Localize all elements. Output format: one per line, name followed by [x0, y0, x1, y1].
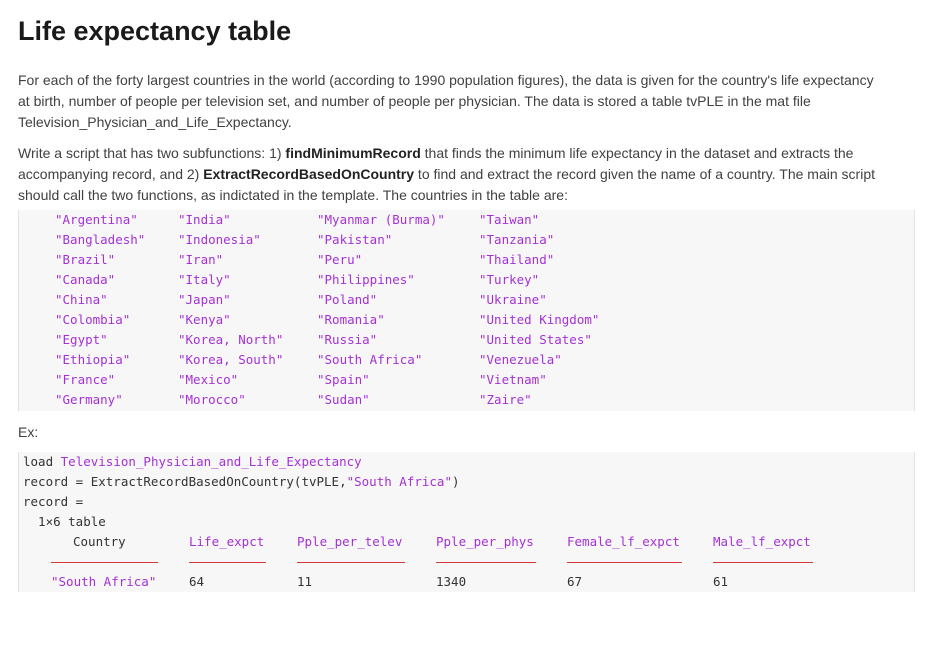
example-label: Ex:	[18, 424, 39, 440]
table-size-line: 1×6 table	[23, 514, 106, 529]
country-item: "Peru"	[317, 252, 363, 267]
header-male-lf-expct: Male_lf_expct	[713, 534, 811, 549]
country-item: "South Africa"	[317, 352, 423, 367]
header-pple-per-phys: Pple_per_phys	[436, 534, 534, 549]
example-code-block: load Television_Physician_and_Life_Expec…	[18, 452, 915, 592]
task-paragraph: Write a script that has two subfunctions…	[18, 143, 888, 206]
country-item: "Egypt"	[55, 332, 108, 347]
header-female-lf-expct: Female_lf_expct	[567, 534, 680, 549]
country-item: "France"	[55, 372, 116, 387]
country-item: "Turkey"	[479, 272, 540, 287]
country-item: "United Kingdom"	[479, 312, 600, 327]
fn-extract-record: ExtractRecordBasedOnCountry	[203, 166, 415, 182]
country-item: "Russia"	[317, 332, 378, 347]
header-country: Country	[73, 534, 126, 549]
rule-male-lf-expct	[713, 552, 813, 563]
cell-pple-per-telev: 11	[297, 574, 313, 589]
country-item: "Indonesia"	[178, 232, 261, 247]
table-row: "South Africa" 64 11 1340 67 61	[19, 572, 899, 592]
country-item: "Morocco"	[178, 392, 246, 407]
rule-pple-per-phys	[436, 552, 536, 563]
call-line: record = ExtractRecordBasedOnCountry(tvP…	[23, 472, 914, 492]
country-item: "Spain"	[317, 372, 370, 387]
country-item: "Pakistan"	[317, 232, 393, 247]
rule-life-expct	[189, 552, 266, 563]
country-column-1: "Argentina" "Bangladesh" "Brazil" "Canada" "…	[55, 210, 145, 410]
country-item: "Mexico"	[178, 372, 239, 387]
country-item: "Thailand"	[479, 252, 555, 267]
cell-female-lf-expct: 67	[567, 574, 583, 589]
country-item: "China"	[55, 292, 108, 307]
country-item: "Vietnam"	[479, 372, 547, 387]
country-item: "Myanmar (Burma)"	[317, 212, 445, 227]
country-item: "Venezuela"	[479, 352, 562, 367]
country-column-2: "India" "Indonesia" "Iran" "Italy" "Japan" "K…	[178, 210, 283, 410]
cell-pple-per-phys: 1340	[436, 574, 467, 589]
country-item: "Sudan"	[317, 392, 370, 407]
call-prefix: record = ExtractRecordBasedOnCountry(tvP…	[23, 474, 347, 489]
record-line: record =	[23, 494, 84, 509]
cell-life-expct: 64	[189, 574, 205, 589]
table-header-row: Country Life_expct Pple_per_telev Pple_p…	[19, 532, 899, 552]
country-item: "Bangladesh"	[55, 232, 146, 247]
cell-country: "South Africa"	[51, 574, 157, 589]
country-item: "Japan"	[178, 292, 231, 307]
country-item: "Poland"	[317, 292, 378, 307]
country-column-3: "Myanmar (Burma)" "Pakistan" "Peru" "Philip…	[317, 210, 445, 410]
country-item: "Brazil"	[55, 252, 116, 267]
rule-pple-per-telev	[297, 552, 405, 563]
country-item: "Germany"	[55, 392, 123, 407]
country-item: "Korea, North"	[178, 332, 284, 347]
task-text-1: Write a script that has two subfunctions…	[18, 145, 286, 161]
country-column-4: "Taiwan" "Tanzania" "Thailand" "Turkey" "Ukr…	[479, 210, 599, 410]
rule-country	[51, 552, 158, 563]
country-item: "Ukraine"	[479, 292, 547, 307]
country-item: "Italy"	[178, 272, 231, 287]
page-title: Life expectancy table	[18, 16, 292, 46]
load-filename: Television_Physician_and_Life_Expectancy	[60, 454, 362, 469]
country-item: "Iran"	[178, 252, 224, 267]
table-rule-row	[19, 552, 899, 572]
call-argument: "South Africa"	[346, 474, 452, 489]
header-pple-per-telev: Pple_per_telev	[297, 534, 403, 549]
country-item: "Zaire"	[479, 392, 532, 407]
country-item: "Taiwan"	[479, 212, 540, 227]
intro-paragraph: For each of the forty largest countries …	[18, 72, 874, 130]
country-item: "Romania"	[317, 312, 385, 327]
country-item: "India"	[178, 212, 231, 227]
header-life-expct: Life_expct	[189, 534, 265, 549]
country-item: "Korea, South"	[178, 352, 284, 367]
country-item: "Tanzania"	[479, 232, 555, 247]
country-item: "Kenya"	[178, 312, 231, 327]
page-content: Life expectancy table For each of the fo…	[0, 0, 915, 592]
load-line: load Television_Physician_and_Life_Expec…	[23, 452, 914, 472]
rule-female-lf-expct	[567, 552, 682, 563]
country-item: "United States"	[479, 332, 592, 347]
country-item: "Colombia"	[55, 312, 131, 327]
country-list-block: "Argentina" "Bangladesh" "Brazil" "Canada" "…	[18, 210, 915, 411]
country-item: "Ethiopia"	[55, 352, 131, 367]
fn-find-minimum: findMinimumRecord	[285, 145, 421, 161]
cell-male-lf-expct: 61	[713, 574, 729, 589]
country-item: "Argentina"	[55, 212, 138, 227]
country-item: "Philippines"	[317, 272, 415, 287]
load-keyword: load	[23, 454, 61, 469]
country-item: "Canada"	[55, 272, 116, 287]
call-suffix: )	[451, 474, 460, 489]
